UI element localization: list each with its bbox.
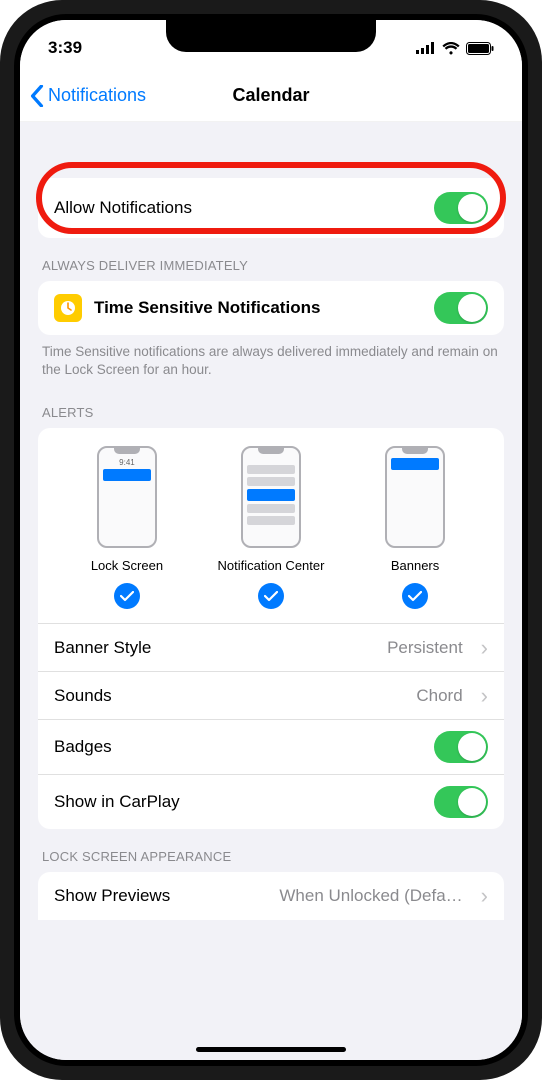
alert-option-lock-screen[interactable]: 9:41 Lock Screen [56, 446, 198, 609]
status-time: 3:39 [48, 38, 82, 58]
wifi-icon [442, 42, 460, 55]
banner-style-row[interactable]: Banner Style Persistent › [38, 623, 504, 671]
alert-option-label: Notification Center [218, 558, 325, 573]
back-button[interactable]: Notifications [20, 85, 146, 107]
alerts-group: 9:41 Lock Screen [38, 428, 504, 829]
checkmark-icon [258, 583, 284, 609]
lock-screen-group: Show Previews When Unlocked (Defa… › [38, 872, 504, 920]
lock-screen-preview: 9:41 [97, 446, 157, 548]
allow-notifications-toggle[interactable] [434, 192, 488, 224]
cellular-icon [416, 42, 436, 54]
banner-style-value: Persistent [387, 638, 463, 658]
alert-option-banners[interactable]: Banners [344, 446, 486, 609]
banner-style-label: Banner Style [54, 638, 375, 658]
alerts-header: ALERTS [20, 385, 522, 428]
sounds-row[interactable]: Sounds Chord › [38, 671, 504, 719]
show-previews-row[interactable]: Show Previews When Unlocked (Defa… › [38, 872, 504, 920]
clock-icon [54, 294, 82, 322]
allow-notifications-group: Allow Notifications [38, 178, 504, 238]
back-label: Notifications [48, 85, 146, 106]
sounds-label: Sounds [54, 686, 404, 706]
battery-icon [466, 42, 494, 55]
time-sensitive-toggle[interactable] [434, 292, 488, 324]
badges-toggle[interactable] [434, 731, 488, 763]
notification-center-preview [241, 446, 301, 548]
sounds-value: Chord [416, 686, 462, 706]
device-notch [166, 20, 376, 52]
device-frame: 3:39 Notifications Calendar Allow Notifi… [0, 0, 542, 1080]
allow-notifications-row[interactable]: Allow Notifications [38, 178, 504, 238]
banners-preview [385, 446, 445, 548]
allow-notifications-label: Allow Notifications [54, 198, 422, 218]
show-previews-value: When Unlocked (Defa… [279, 886, 462, 906]
chevron-left-icon [30, 85, 44, 107]
alert-option-notification-center[interactable]: Notification Center [200, 446, 342, 609]
badges-label: Badges [54, 737, 422, 757]
alert-option-label: Banners [391, 558, 439, 573]
time-sensitive-header: ALWAYS DELIVER IMMEDIATELY [20, 238, 522, 281]
carplay-label: Show in CarPlay [54, 792, 422, 812]
time-sensitive-label: Time Sensitive Notifications [94, 298, 422, 318]
alert-option-label: Lock Screen [91, 558, 163, 573]
alerts-styles-panel: 9:41 Lock Screen [38, 428, 504, 623]
time-sensitive-footer: Time Sensitive notifications are always … [20, 335, 522, 385]
checkmark-icon [114, 583, 140, 609]
time-sensitive-row[interactable]: Time Sensitive Notifications [38, 281, 504, 335]
lock-screen-appearance-header: LOCK SCREEN APPEARANCE [20, 829, 522, 872]
show-previews-label: Show Previews [54, 886, 267, 906]
checkmark-icon [402, 583, 428, 609]
badges-row[interactable]: Badges [38, 719, 504, 774]
nav-bar: Notifications Calendar [20, 70, 522, 122]
settings-content: Allow Notifications ALWAYS DELIVER IMMED… [20, 122, 522, 1060]
carplay-row[interactable]: Show in CarPlay [38, 774, 504, 829]
time-sensitive-group: Time Sensitive Notifications [38, 281, 504, 335]
home-indicator[interactable] [196, 1047, 346, 1052]
carplay-toggle[interactable] [434, 786, 488, 818]
